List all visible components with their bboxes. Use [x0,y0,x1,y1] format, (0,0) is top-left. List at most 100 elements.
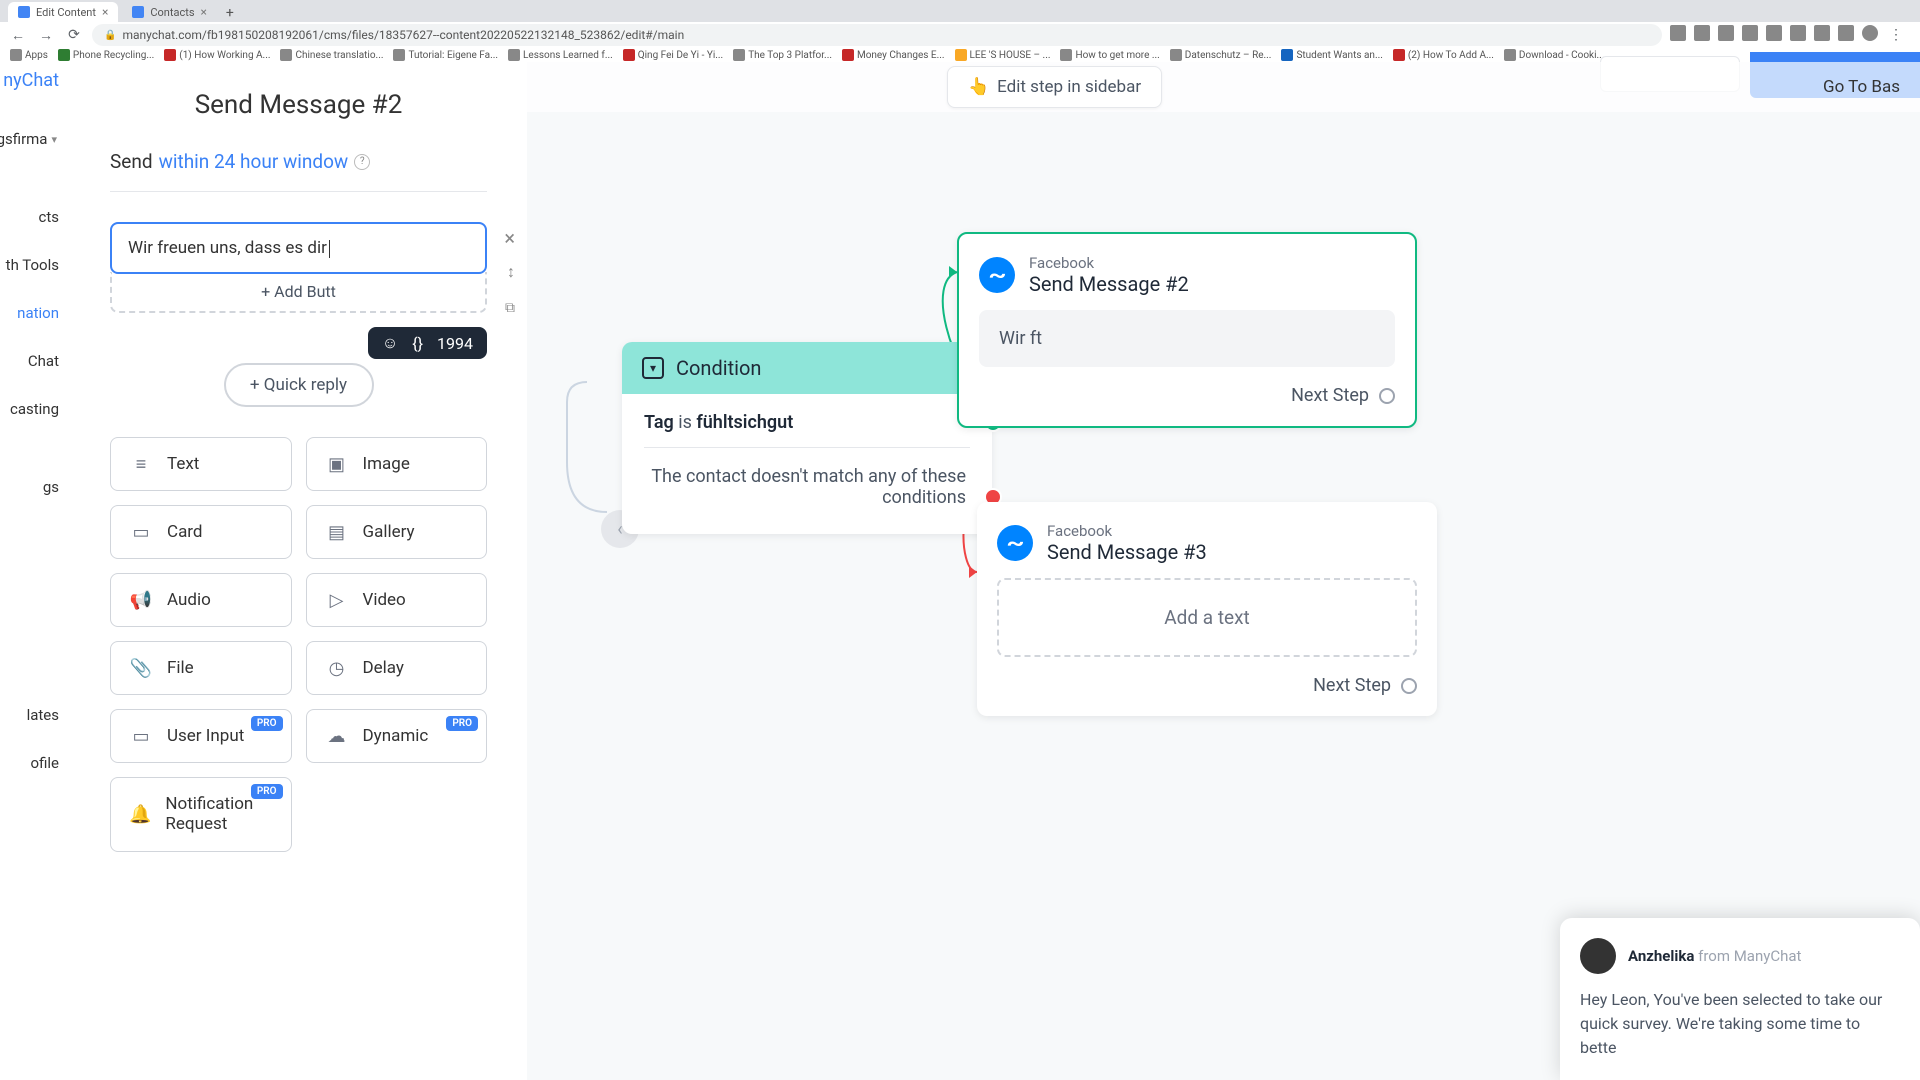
block-dynamic[interactable]: ☁DynamicPRO [306,709,488,763]
block-audio[interactable]: 📢Audio [110,573,292,627]
ext-icon[interactable] [1838,25,1854,41]
ext-icon[interactable] [1742,25,1758,41]
new-tab-button[interactable]: + [221,4,239,22]
bookmark[interactable]: Tutorial: Eigene Fa... [393,49,498,61]
help-icon[interactable]: ? [354,154,370,170]
browser-chrome: Edit Content × Contacts × + ← → ⟳ 🔒 many… [0,0,1920,62]
message-block: Wir freuen uns, dass es dir × ↕ ⧉ + Add … [110,222,487,313]
brand-logo: nyChat [0,70,61,100]
block-gallery[interactable]: ▤Gallery [306,505,488,559]
add-text-placeholder[interactable]: Add a text [997,578,1417,657]
workspace-selector[interactable]: gsfirma▾ [0,130,61,148]
node-title: Send Message #2 [1029,272,1189,296]
block-text[interactable]: ≡Text [110,437,292,491]
block-file[interactable]: 📎File [110,641,292,695]
sidebar-item[interactable]: casting [0,400,61,418]
bookmark[interactable]: Money Changes E... [842,49,945,61]
back-button[interactable]: ← [8,25,28,45]
pro-badge: PRO [251,784,283,799]
reload-button[interactable]: ⟳ [64,25,84,45]
sidebar-item[interactable]: ofile [0,754,61,772]
edit-step-button[interactable]: 👆 Edit step in sidebar [947,66,1162,108]
tab-title: Contacts [150,6,194,19]
bookmark[interactable]: Datenschutz – Re... [1170,49,1272,61]
block-image[interactable]: ▣Image [306,437,488,491]
address-bar: ← → ⟳ 🔒 manychat.com/fb198150208192061/c… [0,22,1920,48]
bell-icon: 🔔 [129,804,151,824]
ext-icon[interactable] [1790,25,1806,41]
delete-block-icon[interactable]: × [504,226,515,250]
left-sidebar: nyChat gsfirma▾ cts th Tools nation Chat… [0,62,62,1080]
tab-title: Edit Content [36,6,96,19]
url-field[interactable]: 🔒 manychat.com/fb198150208192061/cms/fil… [92,24,1662,46]
output-port[interactable] [1379,388,1395,404]
bookmark[interactable]: Download - Cooki... [1504,49,1605,61]
goto-basic-button[interactable]: Go To Bas [1803,67,1920,107]
node-title: Send Message #3 [1047,540,1207,564]
bookmark[interactable]: Student Wants an... [1281,49,1382,61]
bookmark[interactable]: Qing Fei De Yi - Yi... [623,49,723,61]
menu-icon[interactable]: ⋮ [1886,25,1906,45]
close-icon[interactable]: × [102,5,108,19]
emoji-icon[interactable]: ☺ [382,333,398,353]
condition-fallback: The contact doesn't match any of these c… [644,448,970,516]
bookmark[interactable]: (2) How To Add A... [1393,49,1494,61]
add-button-row[interactable]: + Add Butt [110,272,487,313]
avatar [1580,938,1616,974]
output-port[interactable] [1401,678,1417,694]
ext-icon[interactable] [1766,25,1782,41]
favicon [18,6,30,18]
next-step-row: Next Step [979,385,1395,406]
sidebar-item[interactable]: gs [0,478,61,496]
flow-canvas[interactable]: 👆 Edit step in sidebar Go To Bas ‹ ▾ Con… [527,62,1920,1080]
reorder-icon[interactable]: ↕ [507,262,515,282]
variable-icon[interactable]: {} [412,334,423,353]
quick-reply-button[interactable]: + Quick reply [224,363,374,407]
image-icon: ▣ [325,454,349,474]
sidebar-item[interactable]: lates [0,706,61,724]
profile-icon[interactable] [1862,25,1878,41]
message-node-3[interactable]: Facebook Send Message #3 Add a text Next… [977,502,1437,716]
copy-icon[interactable]: ⧉ [505,300,515,316]
sidebar-item[interactable]: cts [0,208,61,226]
forward-button[interactable]: → [36,25,56,45]
audio-icon: 📢 [129,590,153,610]
lock-icon: 🔒 [104,30,116,41]
sidebar-item[interactable]: Chat [0,352,61,370]
ext-icon[interactable] [1718,25,1734,41]
node-channel: Facebook [1029,254,1189,272]
card-icon: ▭ [129,522,153,542]
ext-icon[interactable] [1694,25,1710,41]
bookmark[interactable]: Lessons Learned f... [508,49,613,61]
tab-contacts[interactable]: Contacts × [122,2,217,22]
bookmark[interactable]: Apps [10,49,48,61]
bookmark[interactable]: How to get more ... [1060,49,1159,61]
send-window-link[interactable]: within 24 hour window [159,150,349,173]
block-notification[interactable]: 🔔Notification RequestPRO [110,777,292,852]
condition-node[interactable]: ▾ Condition Tag is fühltsichgut The cont… [622,342,992,534]
editor-title: Send Message #2 [110,90,487,120]
close-icon[interactable]: × [201,5,207,19]
sidebar-item[interactable]: th Tools [0,256,61,274]
message-input[interactable]: Wir freuen uns, dass es dir [110,222,487,274]
message-preview: Wir ft [979,310,1395,367]
pro-badge: PRO [251,716,283,731]
message-node-2[interactable]: Facebook Send Message #2 Wir ft Next Ste… [957,232,1417,428]
condition-rule[interactable]: Tag is fühltsichgut [644,412,970,448]
block-card[interactable]: ▭Card [110,505,292,559]
support-chat-widget[interactable]: Anzhelika from ManyChat Hey Leon, You've… [1560,918,1920,1080]
ext-icon[interactable] [1814,25,1830,41]
filter-icon: ▾ [642,357,664,379]
sidebar-item-automation[interactable]: nation [0,304,61,322]
ext-icon[interactable] [1670,25,1686,41]
bookmark[interactable]: (1) How Working A... [164,49,270,61]
block-delay[interactable]: ◷Delay [306,641,488,695]
gallery-icon: ▤ [325,522,349,542]
bookmark[interactable]: Phone Recycling... [58,49,154,61]
tab-edit-content[interactable]: Edit Content × [8,2,118,22]
bookmark[interactable]: The Top 3 Platfor... [733,49,832,61]
bookmark[interactable]: Chinese translatio... [280,49,383,61]
block-video[interactable]: ▷Video [306,573,488,627]
block-user-input[interactable]: ▭User InputPRO [110,709,292,763]
bookmark[interactable]: LEE 'S HOUSE – ... [955,49,1051,61]
